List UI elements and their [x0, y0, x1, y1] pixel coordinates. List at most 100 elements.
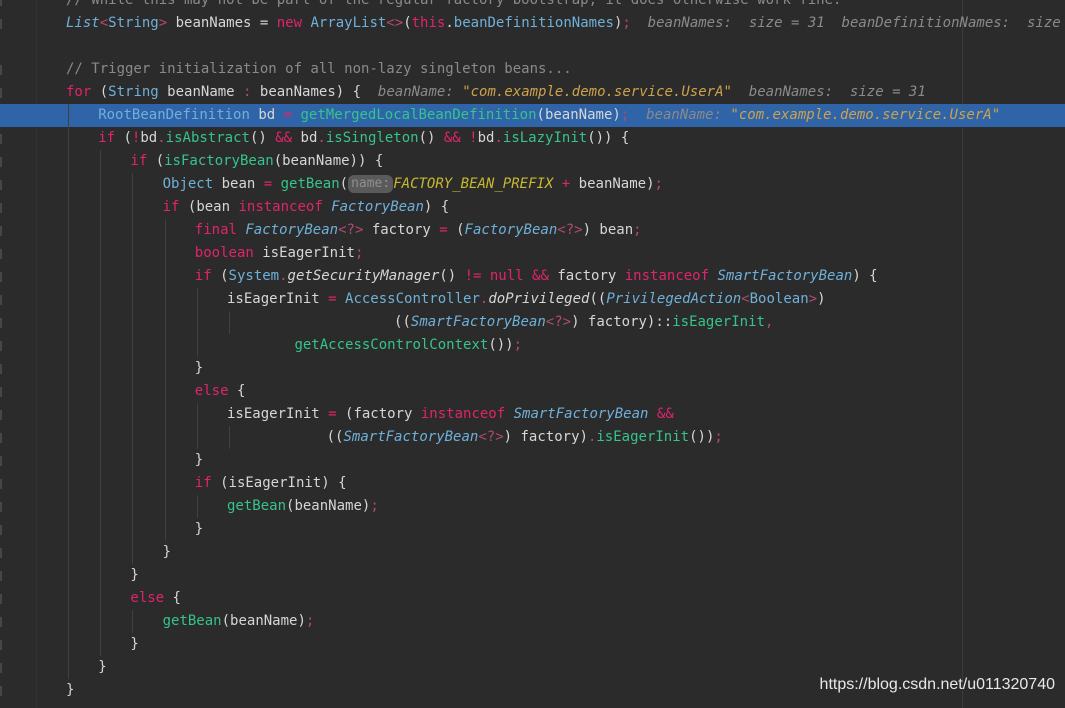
indent-guide — [100, 540, 102, 564]
code-token: <?> — [478, 428, 504, 445]
code-line[interactable]: } — [0, 356, 1065, 380]
indent-guide — [164, 471, 166, 495]
code-lines: // While this may not be part of the reg… — [0, 0, 1065, 708]
indent-guide — [132, 448, 134, 472]
indent-guide — [132, 241, 134, 265]
parameter-hint-tag: name: — [348, 174, 394, 193]
indent-guide — [100, 172, 102, 196]
code-token: ) { — [852, 267, 878, 284]
code-token: = — [263, 175, 281, 192]
code-line[interactable]: } — [0, 448, 1065, 472]
code-line[interactable]: if (System.getSecurityManager() != null … — [0, 264, 1065, 288]
code-line[interactable]: isEagerInit = AccessController.doPrivile… — [0, 287, 1065, 311]
code-line[interactable]: boolean isEagerInit; — [0, 241, 1065, 265]
code-token: ) { — [423, 198, 450, 215]
code-token: bd — [477, 129, 495, 146]
indent-guide — [100, 333, 102, 357]
code-line[interactable]: else { — [0, 379, 1065, 403]
code-line[interactable]: getBean(beanName); — [0, 609, 1065, 633]
code-line[interactable]: // While this may not be part of the reg… — [0, 0, 1065, 12]
code-token: } — [98, 658, 107, 675]
code-line[interactable]: getAccessControlContext()); — [0, 333, 1065, 357]
code-token: SmartFactoryBean — [343, 428, 479, 445]
code-text: } — [66, 517, 203, 541]
code-line[interactable]: // Trigger initialization of all non-laz… — [0, 58, 1065, 81]
code-editor[interactable]: // While this may not be part of the reg… — [0, 0, 1065, 708]
code-token: ( — [99, 83, 109, 100]
indent — [66, 517, 195, 541]
code-token: FactoryBean — [464, 221, 558, 238]
code-line[interactable]: if (isFactoryBean(beanName)) { — [0, 149, 1065, 173]
code-token: (beanName)) { — [273, 152, 384, 169]
indent-guide — [164, 218, 166, 242]
code-token: , — [764, 313, 774, 330]
indent-guide — [68, 425, 69, 449]
code-token: } — [130, 566, 139, 583]
code-text: } — [66, 448, 204, 472]
code-token: ) factory):: — [571, 313, 673, 330]
indent-guide — [100, 425, 102, 449]
code-token: // Trigger initialization of all non-laz… — [66, 60, 572, 77]
indent-guide — [100, 356, 102, 380]
code-text: getBean(beanName); — [66, 609, 314, 633]
indent-guide — [132, 540, 134, 564]
code-token: this — [411, 14, 446, 31]
code-line[interactable]: isEagerInit = (factory instanceof SmartF… — [0, 402, 1065, 426]
code-text: } — [66, 563, 139, 587]
code-token: = — [328, 290, 346, 307]
code-line[interactable]: if (bean instanceof FactoryBean) { — [0, 195, 1065, 219]
code-token: isEagerInit — [227, 405, 329, 422]
continuation-indent — [227, 337, 294, 353]
indent — [66, 563, 130, 587]
code-text: } — [66, 655, 107, 679]
code-line[interactable]: ((SmartFactoryBean<?>) factory)::isEager… — [0, 310, 1065, 334]
code-token: + — [561, 175, 579, 192]
indent-guide — [164, 264, 166, 288]
code-line[interactable]: List<String> beanNames = new ArrayList<>… — [0, 12, 1065, 35]
indent-guide — [132, 402, 134, 426]
code-token: bd — [258, 106, 284, 123]
code-token: getAccessControlContext — [294, 336, 489, 353]
code-token: () — [418, 129, 444, 146]
code-token: getBean — [227, 497, 287, 514]
indent-guide — [68, 287, 69, 311]
code-token: && — [443, 129, 470, 146]
code-line-current[interactable]: RootBeanDefinition bd = getMergedLocalBe… — [0, 103, 1065, 127]
code-line[interactable]: final FactoryBean<?> factory = (FactoryB… — [0, 218, 1065, 242]
code-token: ; — [714, 428, 723, 445]
code-text: } — [66, 632, 139, 656]
code-line[interactable]: } — [0, 517, 1065, 541]
code-line[interactable]: getBean(beanName); — [0, 494, 1065, 518]
code-token: } — [130, 635, 139, 652]
code-token: Object — [162, 175, 222, 192]
code-line[interactable] — [0, 35, 1065, 58]
code-text: if (bean instanceof FactoryBean) { — [66, 195, 450, 219]
code-text: // While this may not be part of the reg… — [66, 0, 841, 12]
code-line[interactable]: else { — [0, 586, 1065, 610]
code-line[interactable]: } — [0, 540, 1065, 564]
indent-guide — [164, 310, 166, 334]
code-line[interactable]: } — [0, 632, 1065, 656]
code-token: beanDefinitionNames — [453, 14, 614, 31]
indent-guide — [164, 448, 166, 472]
indent — [66, 195, 163, 219]
indent — [66, 540, 163, 564]
indent-guide — [164, 425, 166, 449]
code-token: < — [99, 14, 109, 31]
code-line[interactable]: } — [0, 563, 1065, 587]
indent-guide — [164, 356, 166, 380]
code-token: && — [275, 129, 301, 146]
indent-guide — [100, 264, 102, 288]
indent-guide — [132, 218, 134, 242]
code-token: null — [489, 267, 533, 284]
indent-guide — [68, 241, 69, 265]
code-line[interactable]: ((SmartFactoryBean<?>) factory).isEagerI… — [0, 425, 1065, 449]
indent-guide — [68, 333, 69, 357]
code-line[interactable]: if (!bd.isAbstract() && bd.isSingleton()… — [0, 126, 1065, 150]
indent — [66, 448, 195, 472]
code-line[interactable]: Object bean = getBean(name: FACTORY_BEAN_… — [0, 172, 1065, 196]
code-token: ; — [370, 497, 379, 514]
code-line[interactable]: if (isEagerInit) { — [0, 471, 1065, 495]
code-token: } — [194, 451, 204, 468]
code-line[interactable]: for (String beanName : beanNames) { bean… — [0, 81, 1065, 104]
